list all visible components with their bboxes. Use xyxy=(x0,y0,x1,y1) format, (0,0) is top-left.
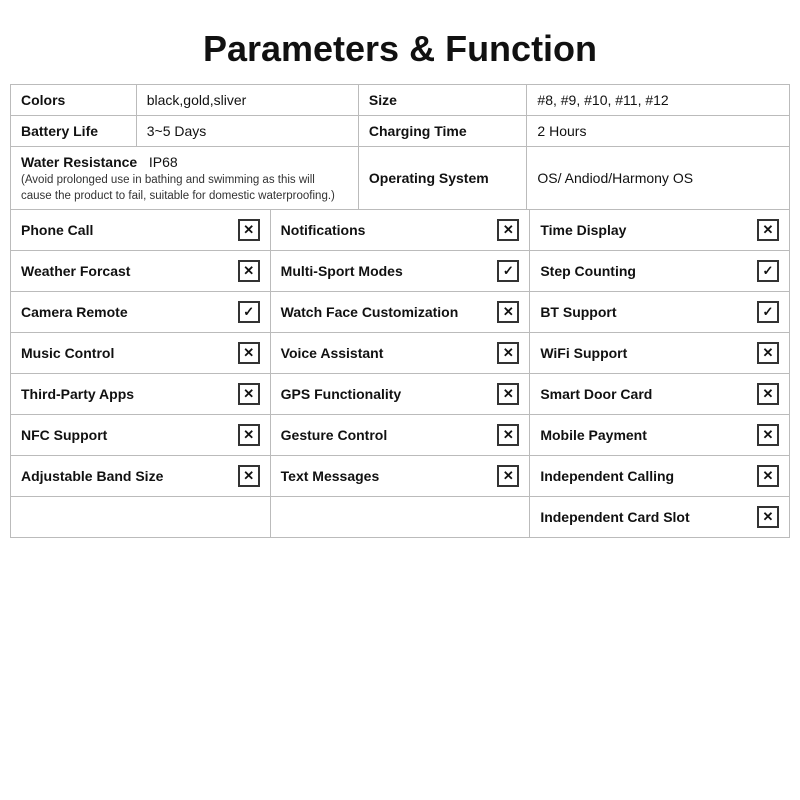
feature-cell: Watch Face Customization xyxy=(270,292,530,333)
feature-name: Watch Face Customization xyxy=(281,304,490,320)
charging-value: 2 Hours xyxy=(537,123,586,139)
feature-checkbox xyxy=(757,219,779,241)
feature-name: Third-Party Apps xyxy=(21,386,230,402)
page-title: Parameters & Function xyxy=(10,10,790,84)
feature-checkbox xyxy=(757,260,779,282)
os-label: Operating System xyxy=(369,170,489,186)
feature-checkbox xyxy=(238,342,260,364)
battery-value: 3~5 Days xyxy=(147,123,207,139)
feature-cell: Phone Call xyxy=(11,210,271,251)
size-value: #8, #9, #10, #11, #12 xyxy=(537,92,668,108)
feature-name: WiFi Support xyxy=(540,345,749,361)
feature-checkbox xyxy=(757,383,779,405)
feature-checkbox xyxy=(238,424,260,446)
feature-cell: WiFi Support xyxy=(530,333,790,374)
feature-name: Text Messages xyxy=(281,468,490,484)
feature-cell: Notifications xyxy=(270,210,530,251)
feature-name: Weather Forcast xyxy=(21,263,230,279)
feature-name: Step Counting xyxy=(540,263,749,279)
feature-cell: Smart Door Card xyxy=(530,374,790,415)
feature-checkbox xyxy=(497,424,519,446)
feature-checkbox xyxy=(238,219,260,241)
feature-checkbox xyxy=(757,465,779,487)
feature-checkbox xyxy=(757,506,779,528)
feature-name: GPS Functionality xyxy=(281,386,490,402)
feature-cell: BT Support xyxy=(530,292,790,333)
feature-name: Phone Call xyxy=(21,222,230,238)
feature-name: Gesture Control xyxy=(281,427,490,443)
charging-label: Charging Time xyxy=(369,123,467,139)
feature-checkbox xyxy=(497,260,519,282)
water-label: Water Resistance xyxy=(21,154,137,170)
feature-cell: Step Counting xyxy=(530,251,790,292)
feature-checkbox xyxy=(497,219,519,241)
feature-checkbox xyxy=(238,465,260,487)
feature-cell: Weather Forcast xyxy=(11,251,271,292)
feature-cell: Voice Assistant xyxy=(270,333,530,374)
features-table: Phone Call Notifications Time Display Weath… xyxy=(10,209,790,538)
feature-name: Camera Remote xyxy=(21,304,230,320)
feature-name: Adjustable Band Size xyxy=(21,468,230,484)
feature-cell: Text Messages xyxy=(270,456,530,497)
feature-name: Time Display xyxy=(540,222,749,238)
feature-name: NFC Support xyxy=(21,427,230,443)
feature-name: Voice Assistant xyxy=(281,345,490,361)
feature-cell xyxy=(11,497,271,538)
feature-name: Multi-Sport Modes xyxy=(281,263,490,279)
feature-checkbox xyxy=(497,465,519,487)
feature-cell: Adjustable Band Size xyxy=(11,456,271,497)
feature-checkbox xyxy=(238,383,260,405)
feature-name: Smart Door Card xyxy=(540,386,749,402)
feature-cell: Third-Party Apps xyxy=(11,374,271,415)
feature-cell: Gesture Control xyxy=(270,415,530,456)
water-value: IP68 xyxy=(149,154,178,170)
feature-cell: Camera Remote xyxy=(11,292,271,333)
water-note: (Avoid prolonged use in bathing and swim… xyxy=(21,174,335,202)
feature-cell: Multi-Sport Modes xyxy=(270,251,530,292)
feature-cell: NFC Support xyxy=(11,415,271,456)
feature-name: Independent Calling xyxy=(540,468,749,484)
feature-cell: Independent Calling xyxy=(530,456,790,497)
colors-value: black,gold,sliver xyxy=(147,92,247,108)
feature-checkbox xyxy=(757,342,779,364)
feature-cell xyxy=(270,497,530,538)
feature-name: Notifications xyxy=(281,222,490,238)
feature-checkbox xyxy=(497,383,519,405)
feature-checkbox xyxy=(238,301,260,323)
feature-checkbox xyxy=(757,301,779,323)
specs-table: Colors black,gold,sliver Size #8, #9, #1… xyxy=(10,84,790,210)
os-value: OS/ Andiod/Harmony OS xyxy=(537,170,693,186)
size-label: Size xyxy=(369,92,397,108)
colors-label: Colors xyxy=(21,92,65,108)
feature-cell: Independent Card Slot xyxy=(530,497,790,538)
feature-cell: GPS Functionality xyxy=(270,374,530,415)
feature-name: Music Control xyxy=(21,345,230,361)
feature-cell: Time Display xyxy=(530,210,790,251)
feature-cell: Music Control xyxy=(11,333,271,374)
feature-cell: Mobile Payment xyxy=(530,415,790,456)
feature-checkbox xyxy=(757,424,779,446)
feature-checkbox xyxy=(497,301,519,323)
feature-name: Mobile Payment xyxy=(540,427,749,443)
feature-checkbox xyxy=(497,342,519,364)
battery-label: Battery Life xyxy=(21,123,98,139)
feature-name: BT Support xyxy=(540,304,749,320)
feature-name: Independent Card Slot xyxy=(540,509,749,525)
feature-checkbox xyxy=(238,260,260,282)
